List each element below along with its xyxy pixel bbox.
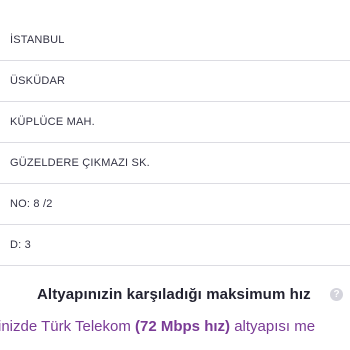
city-value: İSTANBUL (10, 34, 65, 46)
info-prefix: inizde Türk Telekom (0, 318, 136, 335)
info-suffix: altyapısı me (230, 318, 316, 335)
address-field-city: İSTANBUL (0, 20, 350, 61)
address-field-neighborhood: KÜPLÜCE MAH. (0, 102, 350, 143)
building-number-value: NO: 8 /2 (10, 198, 53, 210)
max-speed-value: (72 Mbps hız) (135, 318, 231, 335)
address-field-district: ÜSKÜDAR (0, 61, 350, 102)
question-icon[interactable]: ? (330, 288, 343, 301)
infrastructure-info-text: inizde Türk Telekom (72 Mbps hız) altyap… (0, 318, 315, 335)
address-field-door-number: D: 3 (0, 225, 350, 266)
speed-heading: Altyapınızin karşıladığı maksimum hız (37, 286, 311, 303)
address-field-building-number: NO: 8 /2 (0, 184, 350, 225)
district-value: ÜSKÜDAR (10, 75, 66, 87)
address-details-page: İSTANBUL ÜSKÜDAR KÜPLÜCE MAH. GÜZELDERE … (0, 0, 350, 350)
neighborhood-value: KÜPLÜCE MAH. (10, 116, 95, 128)
speed-heading-row: Altyapınızin karşıladığı maksimum hız ? (0, 286, 350, 308)
address-list: İSTANBUL ÜSKÜDAR KÜPLÜCE MAH. GÜZELDERE … (0, 20, 350, 266)
address-field-street: GÜZELDERE ÇIKMAZI SK. (0, 143, 350, 184)
door-number-value: D: 3 (10, 239, 31, 251)
street-value: GÜZELDERE ÇIKMAZI SK. (10, 157, 150, 169)
